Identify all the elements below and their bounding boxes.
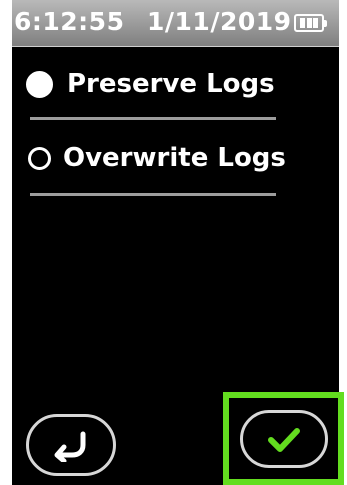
overwrite-logs-label: Overwrite Logs: [63, 143, 286, 173]
battery-cell: [313, 18, 319, 28]
battery-cell: [306, 18, 312, 28]
battery-cell: [299, 18, 305, 28]
preserve-logs-label: Preserve Logs: [67, 69, 275, 99]
checkmark-icon: [263, 423, 305, 455]
back-button[interactable]: [26, 414, 116, 476]
preserve-logs-option[interactable]: Preserve Logs: [26, 61, 296, 107]
option-divider: [30, 117, 276, 120]
confirm-highlight-frame: [223, 392, 344, 485]
status-bar: 6:12:55 1/11/2019: [12, 0, 339, 47]
status-date: 1/11/2019: [147, 7, 292, 36]
option-divider: [30, 193, 276, 196]
status-time: 6:12:55: [14, 7, 125, 36]
battery-icon: [294, 14, 327, 32]
confirm-button[interactable]: [239, 409, 328, 468]
radio-selected-icon[interactable]: [26, 70, 53, 98]
back-arrow-icon: [49, 428, 93, 462]
radio-unselected-icon[interactable]: [28, 146, 51, 170]
overwrite-logs-option[interactable]: Overwrite Logs: [26, 135, 296, 181]
